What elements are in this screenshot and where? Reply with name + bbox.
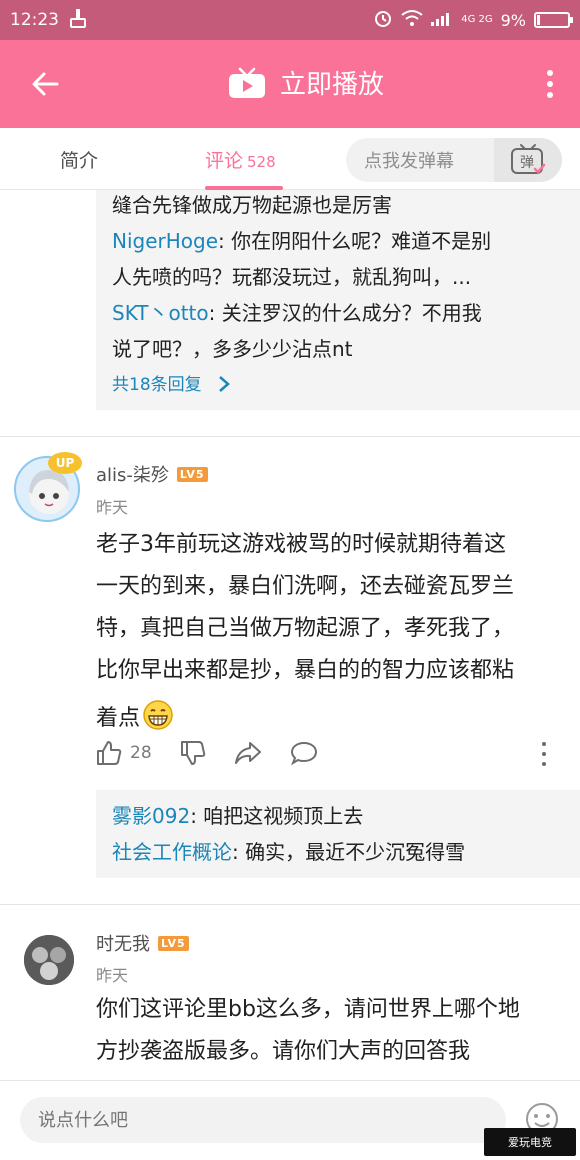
share-button[interactable] [234, 740, 262, 766]
top-bar: 立即播放 [0, 40, 580, 128]
divider [0, 436, 580, 437]
reply-username[interactable]: NigerHoge [112, 229, 218, 253]
battery-icon [534, 12, 573, 28]
alarm-icon [373, 8, 393, 32]
danmaku-placeholder: 点我发弹幕 [364, 151, 454, 172]
grin-emoji-icon [142, 699, 174, 746]
comment-input[interactable] [20, 1097, 506, 1143]
play-now-button[interactable]: 立即播放 [228, 64, 384, 101]
more-replies-link[interactable]: 共18条回复 [112, 367, 231, 403]
tab-intro[interactable]: 简介 [60, 146, 98, 173]
tab-comments-label: 评论 [205, 150, 244, 172]
wifi-icon [401, 9, 423, 31]
comment-author[interactable]: 时无我 LV5 [96, 930, 189, 956]
cleaner-icon [67, 7, 89, 34]
reply-line: SKT丶otto: 关注罗汉的什么成分？不用我 [112, 301, 482, 325]
like-button[interactable]: 28 [96, 740, 152, 766]
danmaku-icon-label: 弹 [520, 155, 534, 171]
comments-count: 528 [247, 153, 276, 171]
tab-bar: 简介 评论 528 点我发弹幕 弹 [0, 128, 580, 190]
status-time: 12:23 [10, 10, 59, 30]
more-options-button[interactable] [540, 66, 560, 102]
signal-icon [431, 10, 453, 30]
avatar[interactable] [24, 935, 74, 985]
thumbs-down-icon [181, 741, 206, 765]
status-bar: 12:23 4G 2G 9% [0, 0, 580, 40]
speech-bubble-icon [290, 741, 318, 766]
avatar-image [24, 935, 74, 985]
comment-text: 老子3年前玩这游戏被骂的时候就期待着这 一天的到来，暴白们洗啊，还去碰瓷瓦罗兰 … [96, 524, 514, 746]
watermark-logo: 爱玩电竞 [484, 1128, 576, 1156]
reply-preview-box: 雾影092: 咱把这视频顶上去 社会工作概论: 确实，最近不少沉冤得雪 [96, 790, 580, 878]
comment-text: 你们这评论里bb这么多，请问世界上哪个地 方抄袭盗版最多。请你们大声的回答我 [96, 997, 520, 1064]
comment-more-button[interactable] [539, 742, 549, 766]
danmaku-toggle-button[interactable]: 弹 [494, 138, 562, 182]
comment-time: 昨天 [96, 498, 129, 517]
back-arrow-icon [32, 72, 59, 96]
back-button[interactable] [0, 40, 90, 128]
page-title: 立即播放 [280, 70, 385, 100]
level-badge: LV5 [158, 936, 189, 951]
reply-button[interactable] [290, 740, 318, 766]
chevron-right-icon [219, 376, 230, 392]
reply-username[interactable]: SKT丶otto [112, 301, 209, 325]
danmaku-input[interactable]: 点我发弹幕 弹 [346, 138, 562, 182]
reply-line: 人先喷的吗？玩都没玩过，就乱狗叫，... [112, 265, 472, 289]
network-type: 4G 2G [461, 14, 493, 25]
danmaku-icon: 弹 [511, 144, 546, 174]
share-icon [235, 742, 261, 764]
reply-line: 说了吧？，多多少少沾点nt [112, 337, 353, 361]
reply-line: 缝合先锋做成万物起源也是厉害 [112, 193, 392, 217]
like-count: 28 [130, 743, 152, 763]
battery-percent: 9% [500, 10, 526, 30]
divider [0, 904, 580, 905]
dislike-button[interactable] [180, 740, 206, 766]
up-badge-icon: UP [48, 452, 82, 474]
reply-line: NigerHoge: 你在阴阳什么呢？难道不是别 [112, 229, 492, 253]
tv-play-icon [229, 67, 265, 98]
comment-time: 昨天 [96, 966, 129, 985]
tab-comments[interactable]: 评论 528 [205, 146, 276, 173]
reply-line: 雾影092: 咱把这视频顶上去 [112, 804, 364, 828]
reply-username[interactable]: 雾影092 [112, 804, 190, 828]
reply-preview-box: 缝合先锋做成万物起源也是厉害 NigerHoge: 你在阴阳什么呢？难道不是别 … [96, 190, 580, 410]
reply-username[interactable]: 社会工作概论 [112, 840, 232, 864]
reply-line: 社会工作概论: 确实，最近不少沉冤得雪 [112, 840, 466, 864]
thumbs-up-icon [97, 741, 122, 765]
level-badge: LV5 [176, 467, 208, 482]
comment-author[interactable]: alis-柒殄 LV5 [96, 461, 208, 487]
